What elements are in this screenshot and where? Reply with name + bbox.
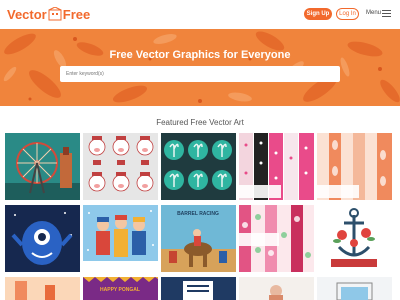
thumb-row3-1[interactable] xyxy=(5,277,80,300)
thumb-row3-3[interactable] xyxy=(161,277,236,300)
thumb-plant-icons[interactable] xyxy=(161,133,236,200)
thumb-christmas-pigs[interactable] xyxy=(83,133,158,200)
thumb-barrel-racing[interactable]: BARREL RACING xyxy=(161,205,236,272)
thumb-patterns-pink[interactable] xyxy=(239,133,314,200)
hero-banner: Free Vector Graphics for Everyone xyxy=(0,29,400,106)
logo-mark-icon xyxy=(48,7,62,21)
thumb-winter-people[interactable] xyxy=(83,205,158,272)
search-input[interactable] xyxy=(60,66,340,82)
thumb-monster[interactable] xyxy=(5,205,80,272)
hero-title: Free Vector Graphics for Everyone xyxy=(109,49,291,61)
login-button[interactable]: Log In xyxy=(336,8,359,20)
menu-label[interactable]: Menu xyxy=(366,10,381,16)
thumb-row3-4[interactable] xyxy=(239,277,314,300)
thumb-patterns-roses[interactable] xyxy=(239,205,314,272)
logo-word-vector: Vector xyxy=(7,7,47,22)
thumb-row3-5[interactable] xyxy=(317,277,392,300)
site-header: Vector Free Sign Up Log In Menu xyxy=(0,0,400,30)
thumb-patterns-peach[interactable] xyxy=(317,133,392,200)
hamburger-menu-icon[interactable] xyxy=(382,9,391,18)
svg-text:HAPPY PONGAL: HAPPY PONGAL xyxy=(100,287,140,293)
thumb-anchor-flowers[interactable] xyxy=(317,205,392,272)
signup-button[interactable]: Sign Up xyxy=(304,8,332,20)
logo-word-free: Free xyxy=(62,7,91,22)
thumb-happy-pongal[interactable]: HAPPY PONGAL xyxy=(83,277,158,300)
svg-text:BARREL RACING: BARREL RACING xyxy=(177,211,219,217)
featured-section-title: Featured Free Vector Art xyxy=(156,118,244,127)
thumb-ferris-wheel[interactable] xyxy=(5,133,80,200)
site-logo[interactable]: Vector Free xyxy=(7,6,90,23)
